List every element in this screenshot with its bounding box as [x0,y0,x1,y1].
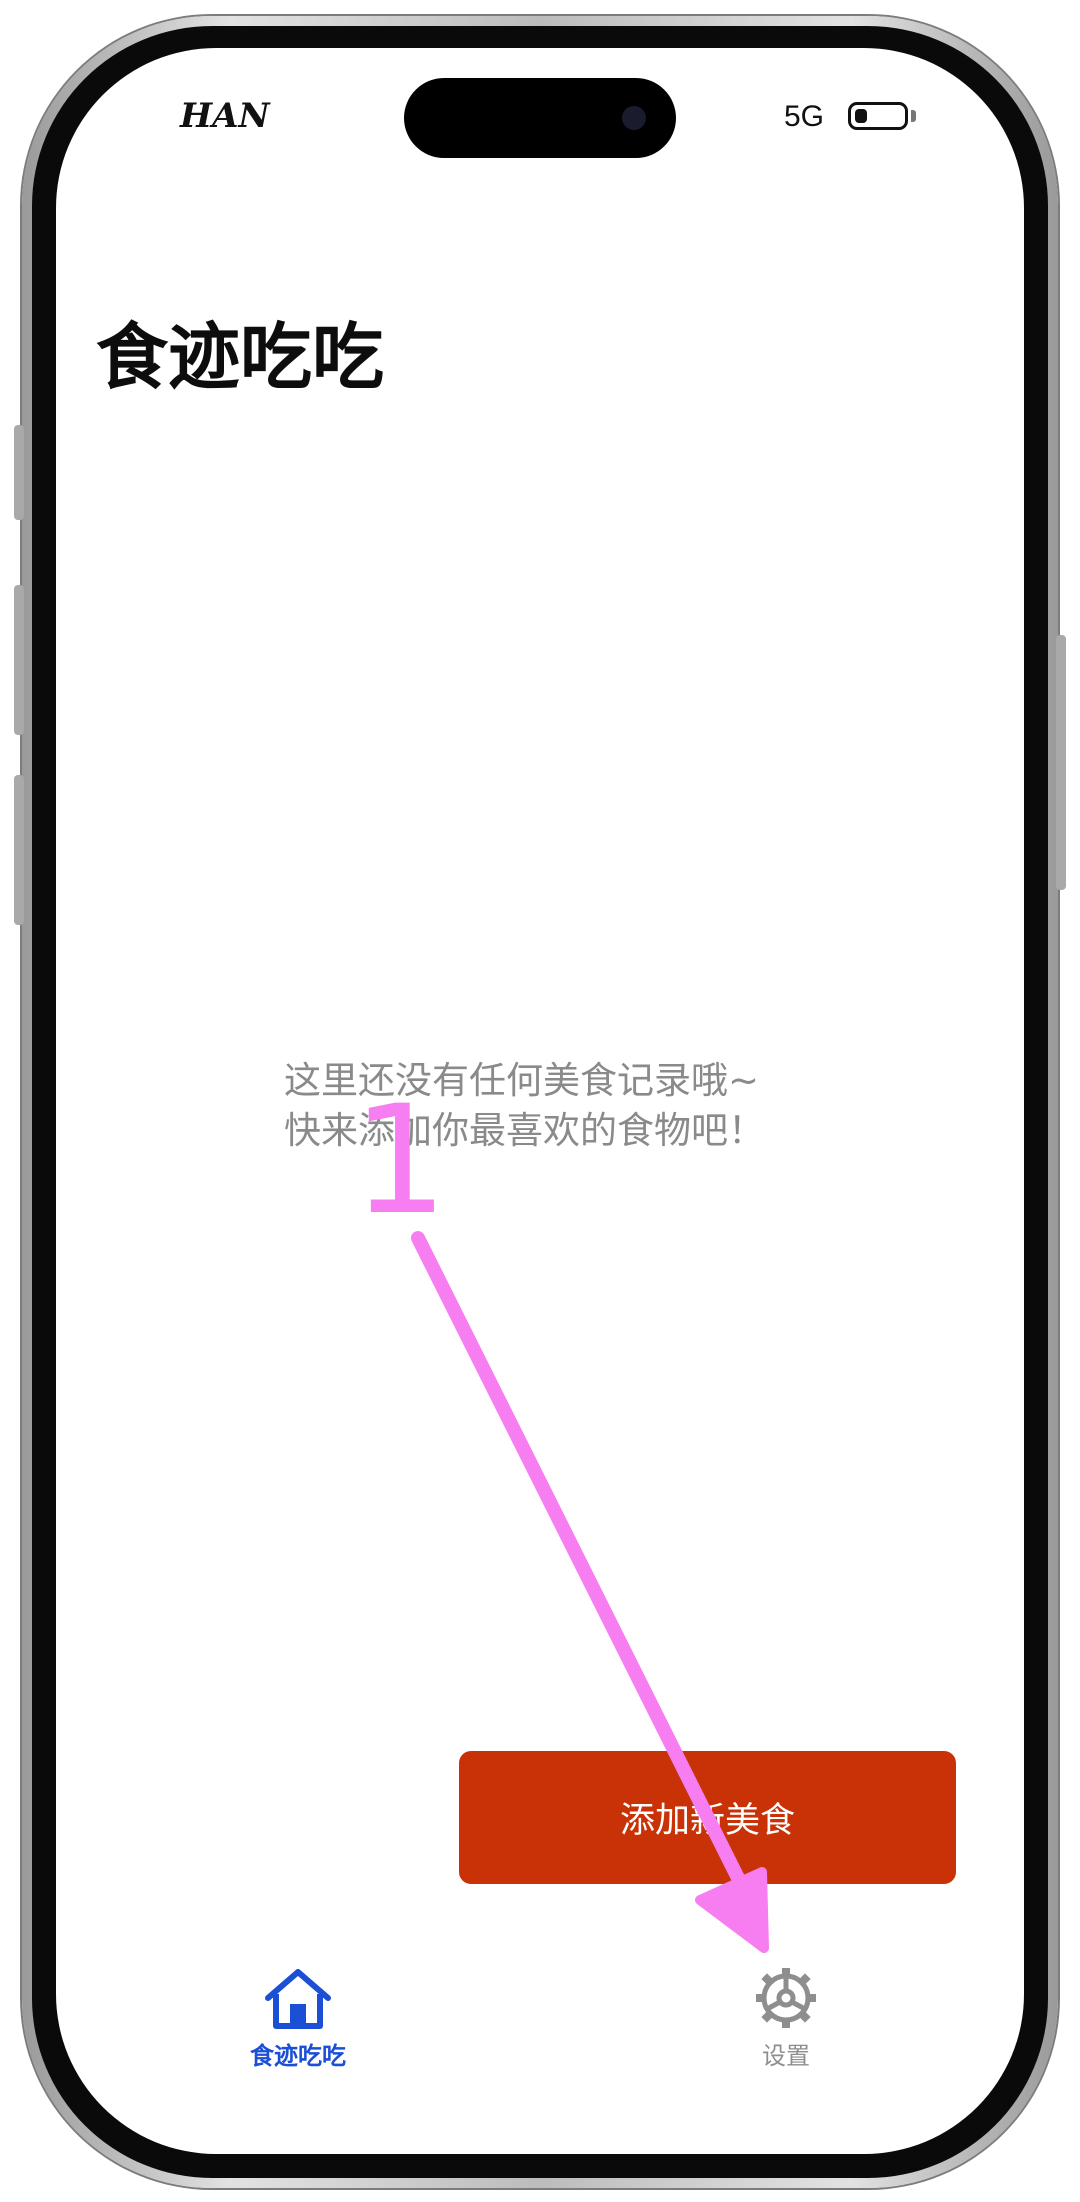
battery-level [855,109,867,123]
tab-settings-label: 设置 [762,2042,810,2070]
phone-mockup: HAN 5G 食迹吃吃 这里还没有任何美食记录哦~ 快来添加你最喜欢的食物吧！ … [0,0,1080,2202]
add-food-button[interactable]: 添加新美食 [459,1751,956,1884]
battery-icon [848,102,908,130]
page-title: 食迹吃吃 [96,315,385,399]
network-label: 5G [784,100,825,133]
front-camera-icon [622,106,646,130]
tab-home-label: 食迹吃吃 [250,2042,346,2070]
carrier-label: HAN [180,96,270,136]
action-button [14,425,24,520]
dynamic-island [404,78,676,158]
house-icon [265,1969,331,2029]
gear-icon [756,1968,816,2028]
app-screen: HAN 5G 食迹吃吃 这里还没有任何美食记录哦~ 快来添加你最喜欢的食物吧！ … [56,48,1024,2154]
empty-state-message: 这里还没有任何美食记录哦~ 快来添加你最喜欢的食物吧！ [284,1056,844,1156]
power-button [1056,635,1066,890]
volume-up-button [14,585,24,735]
tab-home[interactable]: 食迹吃吃 [198,1966,398,2086]
empty-state-line-2: 快来添加你最喜欢的食物吧！ [284,1109,765,1152]
battery-cap [911,110,916,122]
tab-settings[interactable]: 设置 [686,1966,886,2086]
empty-state-line-1: 这里还没有任何美食记录哦~ [284,1059,760,1102]
volume-down-button [14,775,24,925]
